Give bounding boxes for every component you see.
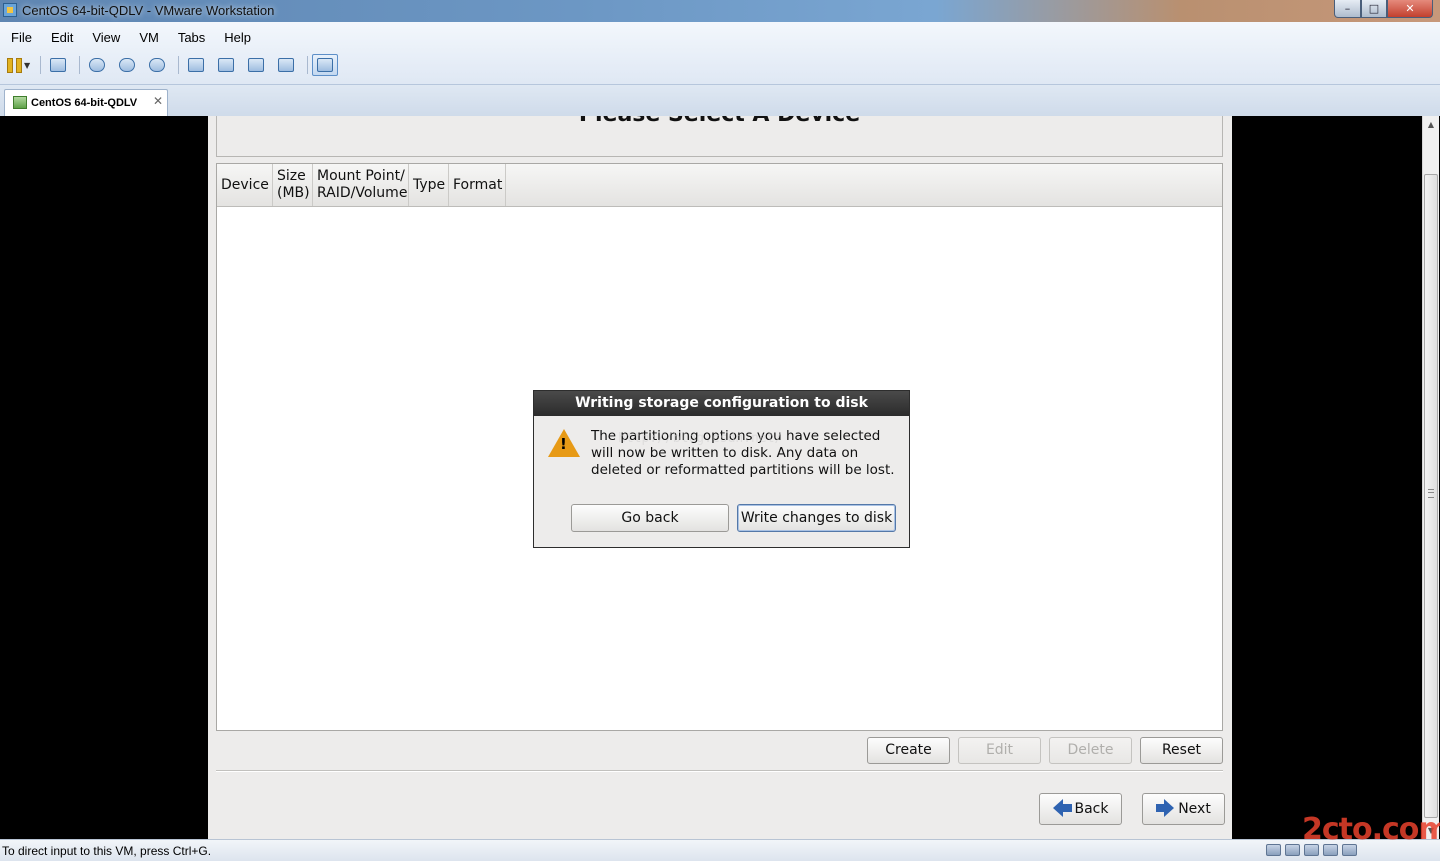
show-library-button[interactable]	[183, 54, 209, 76]
toolbar-separator	[307, 56, 309, 74]
page-title-panel: Please Select A Device	[216, 116, 1223, 157]
next-button[interactable]: Next	[1142, 793, 1225, 825]
fullscreen-button[interactable]	[243, 54, 269, 76]
vertical-scrollbar[interactable]: ▲ ▼	[1422, 116, 1439, 839]
next-label: Next	[1178, 801, 1211, 817]
close-icon[interactable]: ✕	[153, 94, 163, 108]
revert-icon	[119, 58, 136, 72]
menubar: File Edit View VM Tabs Help	[0, 28, 259, 48]
vm-tab-label: CentOS 64-bit-QDLV	[31, 97, 138, 109]
reset-button[interactable]: Reset	[1140, 737, 1223, 764]
manage-snapshots-icon	[149, 58, 166, 72]
scroll-up-icon[interactable]: ▲	[1423, 116, 1439, 133]
write-changes-button[interactable]: Write changes to disk	[737, 504, 896, 532]
toolbar: ▼	[4, 52, 342, 78]
status-text: To direct input to this VM, press Ctrl+G…	[2, 844, 212, 858]
grip-icon	[1428, 489, 1434, 498]
window-titlebar: CentOS 64-bit-QDLV - VMware Workstation …	[0, 0, 1440, 22]
column-device[interactable]: Device	[217, 164, 273, 206]
menu-vm[interactable]: VM	[128, 28, 167, 48]
window-title: CentOS 64-bit-QDLV - VMware Workstation	[22, 3, 275, 18]
thumbnail-icon	[218, 58, 235, 72]
console-view-icon	[317, 58, 334, 72]
back-label: Back	[1074, 801, 1109, 817]
site-logo-watermark: 2cto.com	[1302, 812, 1440, 847]
cd-drive-icon[interactable]	[1285, 844, 1300, 856]
menu-edit[interactable]: Edit	[40, 28, 81, 48]
toolbar-separator	[79, 56, 81, 74]
vm-tabstrip: CentOS 64-bit-QDLV ✕	[0, 85, 1440, 116]
vmware-app-icon	[3, 3, 17, 17]
hard-disk-icon[interactable]	[1266, 844, 1281, 856]
table-header: Device Size (MB) Mount Point/ RAID/Volum…	[217, 164, 1222, 207]
library-icon	[188, 58, 205, 72]
toolbar-separator	[178, 56, 180, 74]
minimize-button[interactable]: –	[1334, 0, 1361, 18]
manage-snapshots-button[interactable]	[144, 54, 170, 76]
snapshot-icon	[89, 58, 106, 72]
menu-help[interactable]: Help	[213, 28, 259, 48]
vm-icon	[13, 96, 27, 109]
back-button[interactable]: Back	[1039, 793, 1122, 825]
maximize-button[interactable]: □	[1361, 0, 1387, 18]
menu-tabs[interactable]: Tabs	[167, 28, 213, 48]
write-storage-dialog: Writing storage configuration to disk Th…	[533, 390, 910, 548]
pause-icon	[6, 58, 22, 72]
delete-button[interactable]: Delete	[1049, 737, 1132, 764]
next-arrow-icon	[1156, 799, 1175, 817]
close-window-button[interactable]: ✕	[1387, 0, 1433, 18]
blog-watermark: http://blog.csdn.net/	[618, 431, 783, 446]
column-type[interactable]: Type	[409, 164, 449, 206]
unity-icon	[278, 58, 295, 72]
column-mount-point[interactable]: Mount Point/ RAID/Volume	[313, 164, 409, 206]
tab-centos-vm[interactable]: CentOS 64-bit-QDLV ✕	[4, 89, 168, 116]
dialog-title: Writing storage configuration to disk	[534, 391, 909, 416]
app-chrome: File Edit View VM Tabs Help ▼	[0, 22, 1440, 85]
warning-icon	[548, 429, 580, 457]
column-format[interactable]: Format	[449, 164, 506, 206]
create-button[interactable]: Create	[867, 737, 950, 764]
console-view-button[interactable]	[312, 54, 339, 76]
statusbar: To direct input to this VM, press Ctrl+G…	[0, 839, 1440, 861]
take-snapshot-button[interactable]	[84, 54, 110, 76]
scroll-thumb[interactable]	[1424, 174, 1438, 818]
column-size[interactable]: Size (MB)	[273, 164, 313, 206]
fullscreen-icon	[248, 58, 265, 72]
revert-snapshot-button[interactable]	[114, 54, 140, 76]
thumbnail-bar-button[interactable]	[213, 54, 239, 76]
keyboard-icon	[50, 58, 67, 72]
back-arrow-icon	[1052, 799, 1072, 817]
page-title: Please Select A Device	[217, 116, 1222, 127]
go-back-button[interactable]: Go back	[571, 504, 729, 532]
unity-button[interactable]	[273, 54, 299, 76]
menu-file[interactable]: File	[0, 28, 40, 48]
send-ctrl-alt-del-button[interactable]	[45, 54, 71, 76]
toolbar-separator	[40, 56, 42, 74]
menu-view[interactable]: View	[81, 28, 128, 48]
pause-button[interactable]	[4, 54, 24, 76]
edit-button[interactable]: Edit	[958, 737, 1041, 764]
chevron-down-icon[interactable]: ▼	[24, 61, 30, 70]
divider	[216, 770, 1223, 772]
